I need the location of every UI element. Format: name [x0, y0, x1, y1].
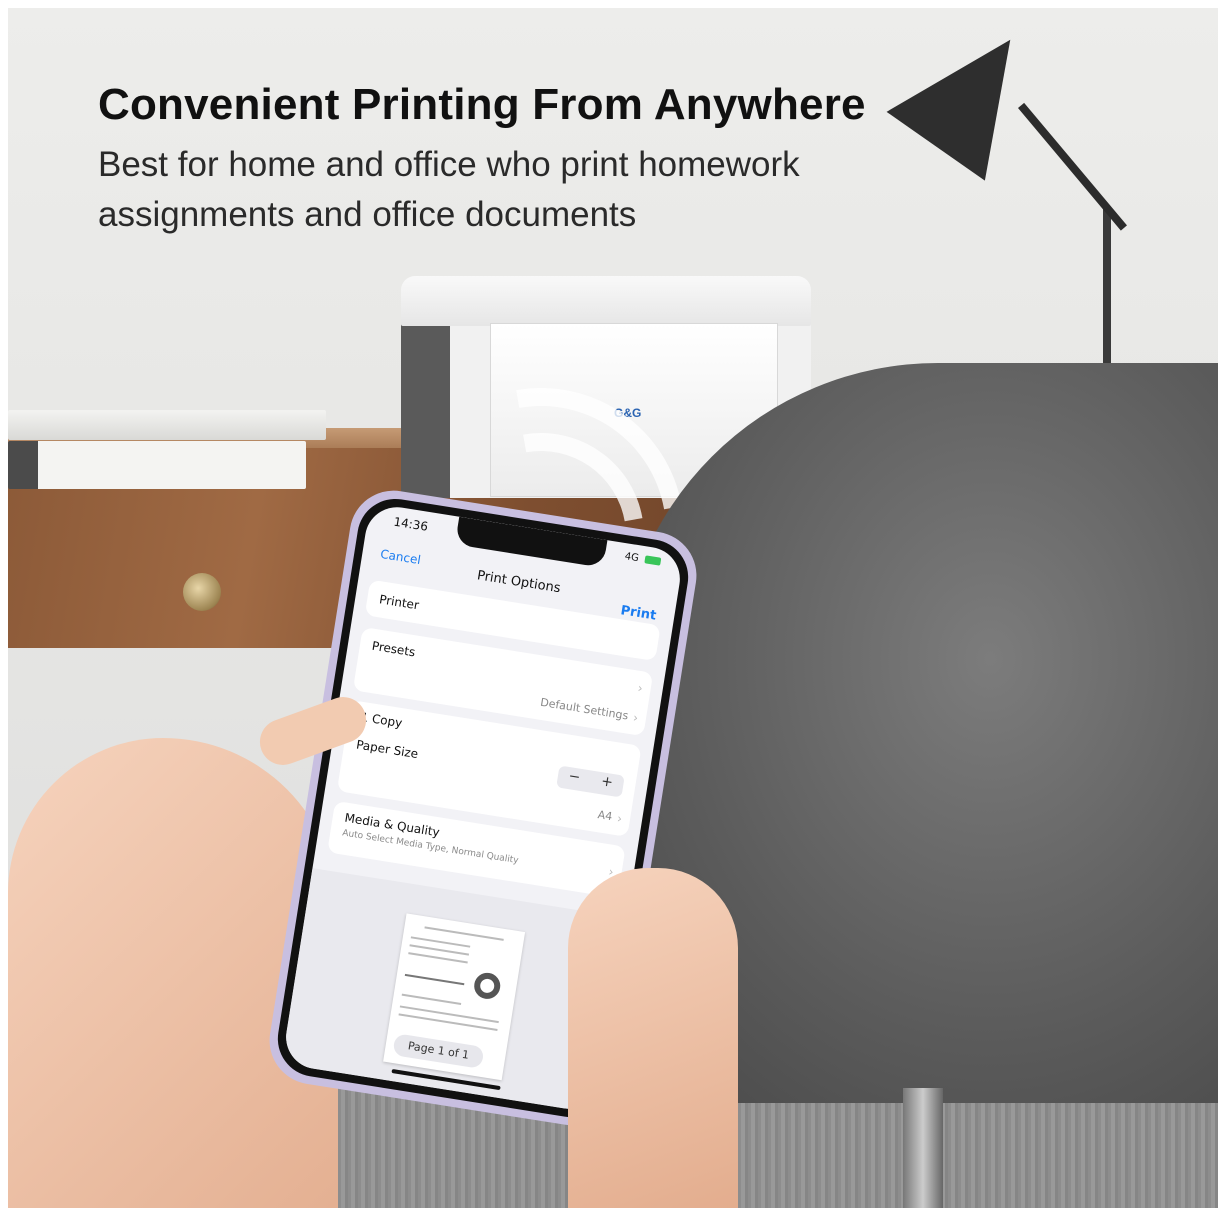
- chevron-right-icon: ›: [616, 811, 624, 826]
- battery-icon: [644, 555, 662, 566]
- preview-text-line: [398, 1013, 498, 1031]
- copies-stepper[interactable]: − +: [556, 765, 625, 798]
- headline-title: Convenient Printing From Anywhere: [98, 80, 866, 129]
- status-indicators: 4G: [624, 551, 662, 568]
- photo-scene: G&G Convenient Printing From Anywhere Be…: [8, 8, 1218, 1208]
- chair-post: [903, 1088, 943, 1208]
- preview-text-line: [424, 926, 504, 941]
- increment-button[interactable]: +: [590, 772, 625, 793]
- preview-text-line: [404, 973, 465, 986]
- chevron-right-icon: ›: [632, 710, 640, 726]
- printer-top: [401, 276, 811, 326]
- printer-row-label: Printer: [378, 592, 420, 613]
- presets-value: Default Settings: [539, 695, 630, 723]
- book: [8, 441, 306, 489]
- headline-subtitle: Best for home and office who print homew…: [98, 145, 800, 234]
- status-time: 14:36: [392, 514, 429, 534]
- preview-text-line: [401, 993, 462, 1005]
- drawer-knob: [183, 573, 221, 611]
- network-label: 4G: [623, 551, 640, 565]
- paper-size-value: A4: [596, 808, 614, 824]
- paper-size-label[interactable]: Paper Size: [355, 737, 419, 761]
- book: [8, 410, 326, 440]
- lamp-pole: [1103, 208, 1111, 368]
- decrement-button[interactable]: −: [557, 766, 592, 787]
- headline: Convenient Printing From Anywhere Best f…: [98, 80, 918, 240]
- right-hand: [568, 868, 738, 1208]
- presets-row-label: Presets: [370, 638, 417, 660]
- chevron-right-icon: ›: [636, 680, 644, 696]
- lamp-arm: [1018, 102, 1127, 231]
- preview-donut-chart: [472, 970, 503, 1001]
